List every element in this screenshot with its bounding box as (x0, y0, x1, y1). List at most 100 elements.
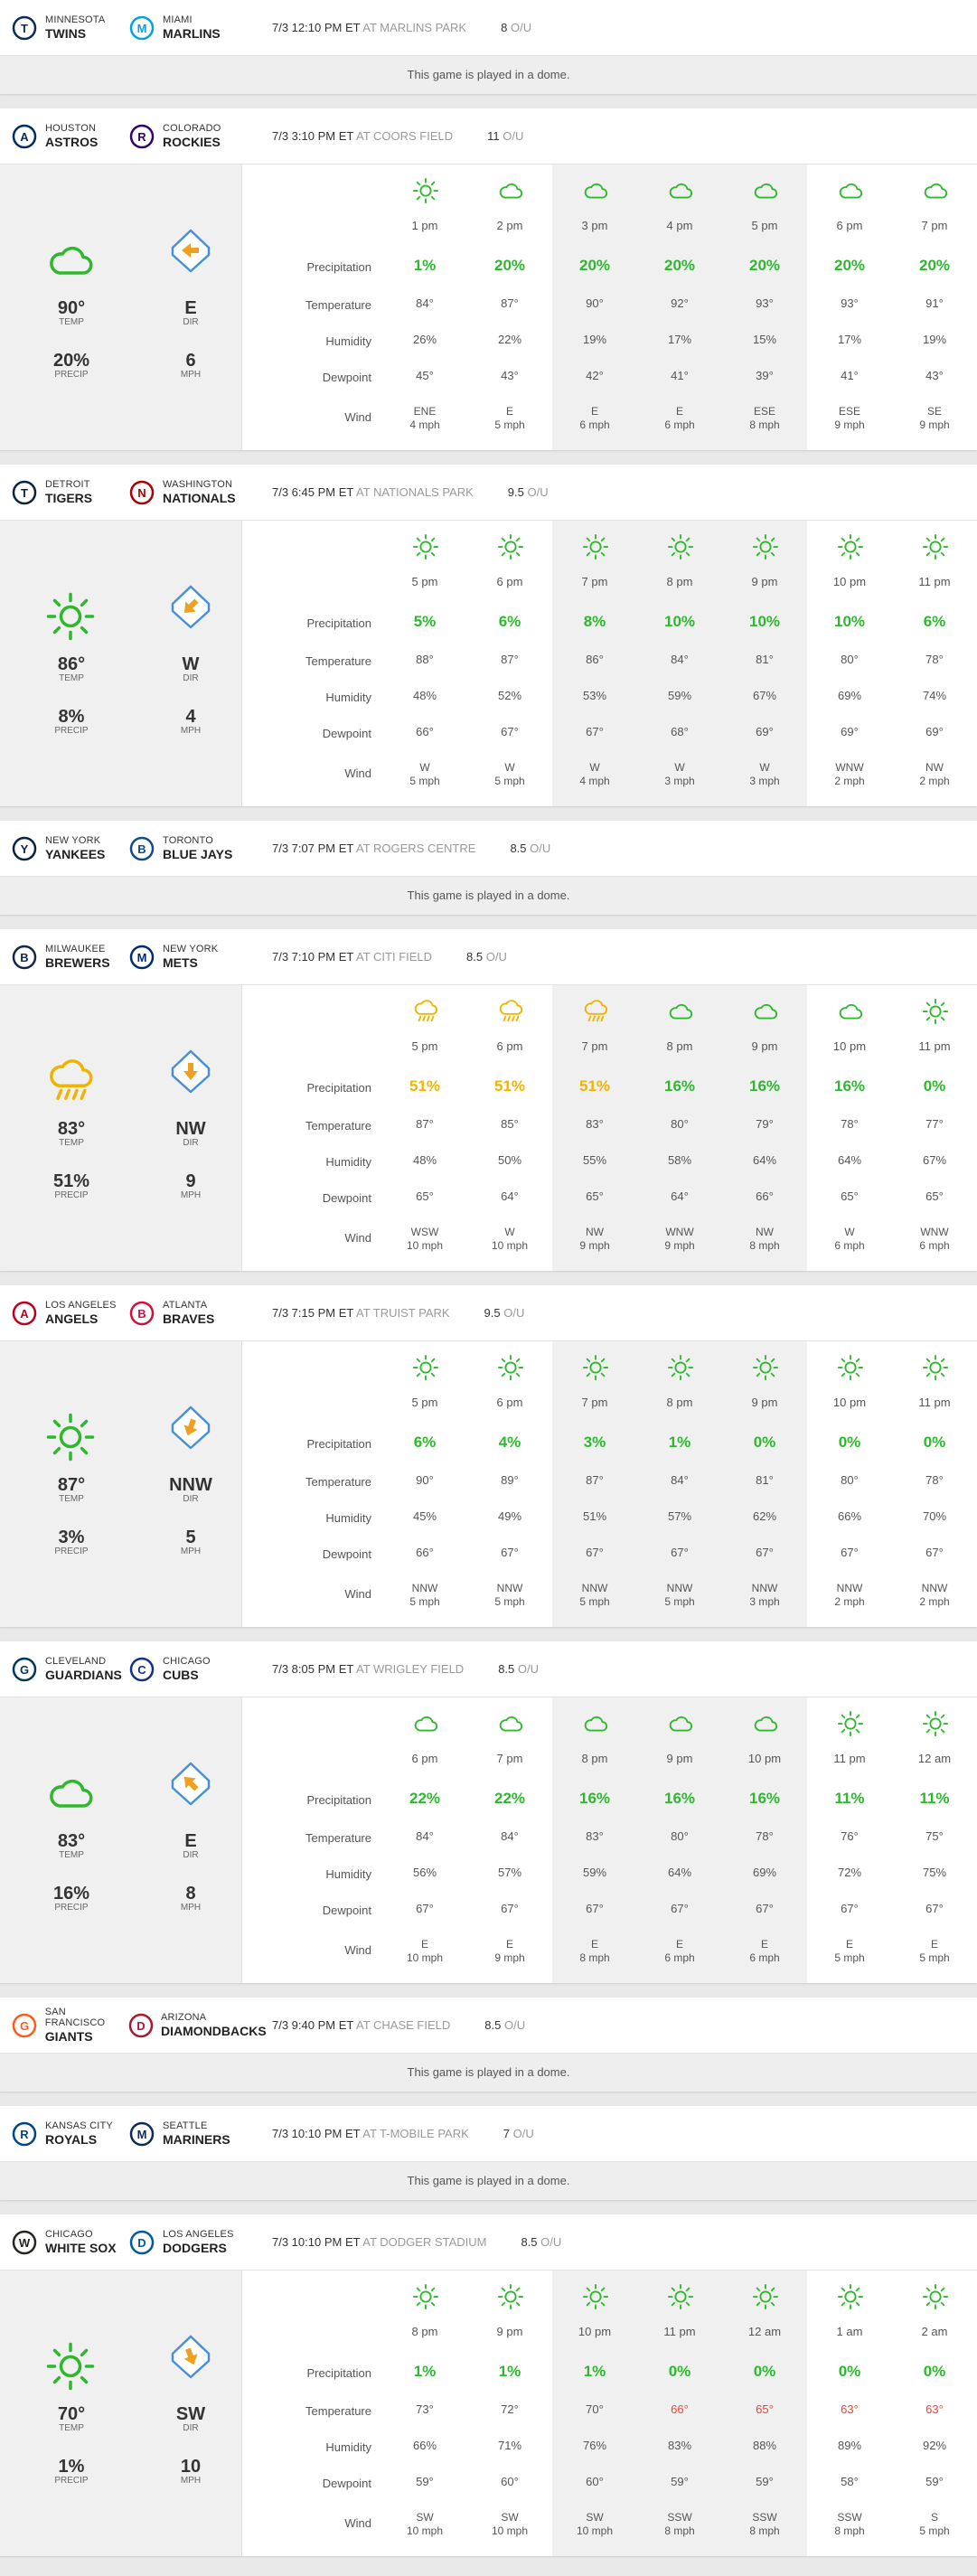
team-name[interactable]: ROYALS (45, 2132, 113, 2147)
team-name[interactable]: DODGERS (163, 2241, 234, 2255)
home-team[interactable]: B ATLANTA BRAVES (128, 1300, 250, 1327)
summary-wind-dir-value: NW (175, 1119, 206, 1139)
hour-column: 10 pm 16% 78° 69% 67° E 6 mph (722, 1697, 807, 1983)
game-header[interactable]: G SAN FRANCISCO GIANTS D ARIZONA DIAMONDBACKS… (0, 1998, 977, 2054)
team-name[interactable]: NATIONALS (163, 491, 236, 505)
summary-wind-dir-label: DIR (183, 1138, 199, 1148)
game-datetime: 7/3 7:10 PM ET (272, 950, 354, 964)
game-header[interactable]: B MILWAUKEE BREWERS M NEW YORK METS 7/3 7:10 P… (0, 929, 977, 985)
away-team[interactable]: R KANSAS CITY ROYALS (11, 2120, 128, 2148)
over-under: 8.5 O/U (521, 2235, 561, 2249)
team-name[interactable]: GUARDIANS (45, 1668, 122, 1682)
home-team[interactable]: M MIAMI MARLINS (128, 14, 250, 42)
team-name[interactable]: TWINS (45, 26, 105, 41)
summary-precip-label: PRECIP (54, 1547, 89, 1556)
over-under: 11 O/U (487, 129, 523, 143)
hour-precip: 16% (748, 1790, 781, 1807)
sun-icon (412, 177, 439, 204)
hour-column: 10 pm 10% 80° 69% 69° WNW 2 mph (807, 521, 892, 806)
hour-wind-dir: WNW (665, 1226, 694, 1238)
team-name[interactable]: METS (163, 955, 218, 970)
team-name[interactable]: MARLINS (163, 26, 221, 41)
away-team[interactable]: Y NEW YORK YANKEES (11, 835, 128, 862)
game-header[interactable]: Y NEW YORK YANKEES B TORONTO BLUE JAYS 7/3 7:0… (0, 821, 977, 877)
sun-icon (837, 1710, 864, 1737)
sun-icon (667, 1354, 694, 1381)
away-team[interactable]: A LOS ANGELES ANGELS (11, 1300, 128, 1327)
game-header[interactable]: G CLEVELAND GUARDIANS C CHICAGO CUBS 7/3 8:05 … (0, 1641, 977, 1697)
away-team[interactable]: A HOUSTON ASTROS (11, 123, 128, 150)
weather-panel: 90° TEMP 20% PRECIP E DIR 6 MPH Precipitation Tem… (0, 165, 977, 450)
team-name[interactable]: DIAMONDBACKS (161, 2024, 267, 2038)
hour-time: 9 pm (751, 1039, 778, 1053)
label-precipitation: Precipitation (306, 616, 371, 630)
hour-precip: 10% (748, 613, 781, 630)
away-team[interactable]: T MINNESOTA TWINS (11, 14, 128, 42)
hour-wind-speed: 9 mph (579, 1239, 610, 1252)
away-team[interactable]: G SAN FRANCISCO GIANTS (11, 2007, 128, 2044)
hour-wind-dir: W (589, 761, 600, 774)
game-header[interactable]: T MINNESOTA TWINS M MIAMI MARLINS 7/3 12:10 PM… (0, 0, 977, 56)
team-name[interactable]: TIGERS (45, 491, 92, 505)
hour-wind-speed: 10 mph (491, 1239, 529, 1252)
game-header[interactable]: A LOS ANGELES ANGELS B ATLANTA BRAVES 7/3 7:15… (0, 1285, 977, 1341)
team-name[interactable]: CUBS (163, 1668, 211, 1682)
team-name[interactable]: BRAVES (163, 1312, 214, 1326)
team-name[interactable]: ANGELS (45, 1312, 117, 1326)
hour-wind-dir: NW (925, 761, 944, 774)
game-header[interactable]: T DETROIT TIGERS N WASHINGTON NATIONALS 7/3 6:… (0, 465, 977, 521)
hour-group: 7 pm 51% 83° 55% 65° NW 9 mph 8 pm 16% 80° 58% 64° W… (552, 985, 807, 1271)
hour-columns: 5 pm 5% 88° 48% 66° W 5 mph 6 pm 6% 87° 52% 67° W 5 m… (382, 521, 977, 806)
game-header[interactable]: W CHICAGO WHITE SOX D LOS ANGELES DODGERS 7/3 … (0, 2214, 977, 2270)
home-team[interactable]: D LOS ANGELES DODGERS (128, 2229, 250, 2256)
cubs-logo: C (128, 1656, 155, 1683)
hour-group: 5 pm 6% 90° 45% 66° NNW 5 mph 6 pm 4% 89° 49% 67° NN… (382, 1341, 552, 1627)
hour-column: 8 pm 10% 84° 59% 68° W 3 mph (637, 521, 722, 806)
home-team[interactable]: C CHICAGO CUBS (128, 1656, 250, 1683)
hour-humidity: 49% (497, 1509, 522, 1523)
mariners-logo: M (128, 2120, 155, 2148)
hour-column: 7 pm 22% 84° 57% 67° E 9 mph (467, 1697, 552, 1983)
hour-dewpoint: 67° (671, 1902, 689, 1915)
hour-humidity: 74% (922, 689, 947, 702)
hour-wind-dir: E (760, 1938, 768, 1951)
away-team[interactable]: G CLEVELAND GUARDIANS (11, 1656, 128, 1683)
game-header[interactable]: A HOUSTON ASTROS R COLORADO ROCKIES 7/3 3:10 P… (0, 108, 977, 165)
team-name[interactable]: BREWERS (45, 955, 110, 970)
team-name[interactable]: YANKEES (45, 847, 105, 861)
team-name[interactable]: ROCKIES (163, 135, 221, 149)
game-header[interactable]: R KANSAS CITY ROYALS M SEATTLE MARINERS 7/3 10… (0, 2106, 977, 2162)
label-wind: Wind (344, 1231, 371, 1245)
team-name[interactable]: MARINERS (163, 2132, 230, 2147)
home-team[interactable]: D ARIZONA DIAMONDBACKS (128, 2012, 267, 2039)
team-name[interactable]: ASTROS (45, 135, 98, 149)
hour-dewpoint: 43° (925, 369, 944, 382)
home-team[interactable]: R COLORADO ROCKIES (128, 123, 250, 150)
team-city: ARIZONA (161, 2012, 207, 2024)
hour-column: 9 pm 16% 80° 64% 67° E 6 mph (637, 1697, 722, 1983)
hour-wind-speed: 9 mph (919, 418, 950, 431)
away-team[interactable]: W CHICAGO WHITE SOX (11, 2229, 128, 2256)
team-name[interactable]: BLUE JAYS (163, 847, 232, 861)
mets-logo: M (128, 944, 155, 971)
hour-time: 10 pm (747, 1752, 782, 1765)
row-labels: Precipitation Temperature Humidity Dewpoint… (242, 1697, 382, 1983)
hour-column: 7 pm 20% 91° 19% 43° SE 9 mph (892, 165, 977, 450)
away-team[interactable]: B MILWAUKEE BREWERS (11, 944, 128, 971)
away-team[interactable]: T DETROIT TIGERS (11, 479, 128, 506)
hour-time: 6 pm (496, 1396, 523, 1409)
sun-icon (667, 533, 694, 560)
summary-wind-speed-value: 10 (180, 2457, 202, 2477)
home-team[interactable]: N WASHINGTON NATIONALS (128, 479, 250, 506)
team-name[interactable]: GIANTS (45, 2029, 128, 2044)
hour-time: 10 pm (578, 2325, 612, 2338)
hour-wind-dir: E (930, 1938, 938, 1951)
home-team[interactable]: M NEW YORK METS (128, 944, 250, 971)
hour-humidity: 64% (667, 1866, 692, 1879)
hour-dewpoint: 67° (586, 1902, 604, 1915)
home-team[interactable]: B TORONTO BLUE JAYS (128, 835, 250, 862)
yankees-logo: Y (11, 835, 38, 862)
home-team[interactable]: M SEATTLE MARINERS (128, 2120, 250, 2148)
team-name[interactable]: WHITE SOX (45, 2241, 117, 2255)
label-humidity: Humidity (325, 1155, 371, 1169)
